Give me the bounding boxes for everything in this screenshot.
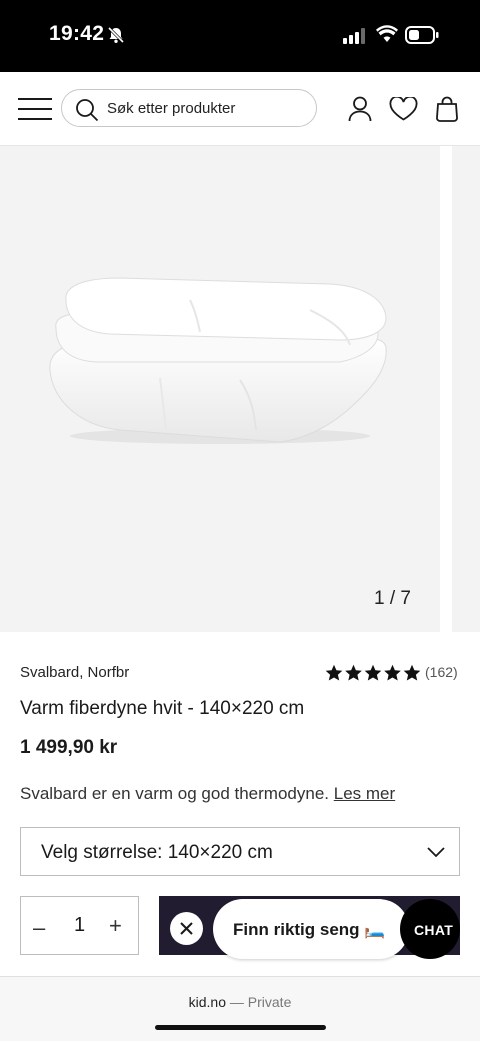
cellular-signal-icon	[343, 28, 367, 49]
review-count[interactable]: (162)	[425, 664, 458, 680]
product-price: 1 499,90 kr	[20, 737, 118, 758]
quantity-stepper: – 1 +	[20, 896, 139, 955]
status-time: 19:42	[49, 22, 105, 45]
quantity-increase-button[interactable]: +	[109, 913, 122, 939]
size-select-label: Velg størrelse: 140×220 cm	[41, 842, 273, 863]
chat-button[interactable]: CHAT	[400, 899, 460, 959]
chat-button-label: CHAT	[414, 922, 454, 938]
browser-private-label: Private	[247, 994, 292, 1010]
find-bed-prompt-label: Finn riktig seng 🛏️	[233, 920, 386, 939]
gallery-counter: 1 / 7	[374, 588, 411, 609]
product-image	[40, 270, 392, 455]
next-gallery-image-peek[interactable]	[452, 146, 480, 632]
search-icon	[75, 98, 99, 127]
find-bed-prompt-button[interactable]: Finn riktig seng 🛏️	[213, 899, 409, 959]
chevron-down-icon	[427, 845, 445, 863]
star-icon	[364, 664, 382, 681]
wishlist-heart-icon[interactable]	[389, 95, 418, 126]
read-more-link[interactable]: Les mer	[334, 784, 395, 803]
star-icon	[325, 664, 343, 681]
product-brand: Svalbard, Norfbr	[20, 664, 130, 681]
wifi-icon	[376, 25, 398, 48]
bell-muted-icon	[107, 26, 125, 49]
star-icon	[384, 664, 401, 681]
product-title: Varm fiberdyne hvit - 140×220 cm	[20, 698, 305, 719]
browser-address-bar[interactable]: kid.no — Private	[0, 977, 480, 1041]
status-bar: 19:42	[0, 0, 480, 72]
star-icon	[345, 664, 362, 681]
home-indicator[interactable]	[155, 1025, 326, 1030]
quantity-decrease-button[interactable]: –	[33, 915, 45, 941]
battery-icon	[405, 26, 439, 49]
close-icon[interactable]	[170, 912, 203, 945]
product-description: Svalbard er en varm og god thermodyne. L…	[20, 784, 395, 804]
quantity-value[interactable]: 1	[74, 914, 85, 937]
search-input[interactable]: Søk etter produkter	[61, 89, 317, 127]
browser-separator: —	[229, 994, 244, 1010]
star-icon	[403, 664, 421, 681]
shopping-bag-icon[interactable]	[436, 96, 458, 127]
browser-domain: kid.no	[188, 994, 226, 1010]
user-account-icon[interactable]	[348, 96, 372, 127]
browser-url: kid.no — Private	[0, 994, 480, 1010]
size-select[interactable]: Velg størrelse: 140×220 cm	[20, 827, 460, 876]
description-text: Svalbard er en varm og god thermodyne.	[20, 784, 330, 803]
hamburger-menu-icon[interactable]	[17, 97, 53, 126]
search-placeholder: Søk etter produkter	[107, 100, 236, 117]
rating-stars[interactable]	[325, 664, 421, 687]
